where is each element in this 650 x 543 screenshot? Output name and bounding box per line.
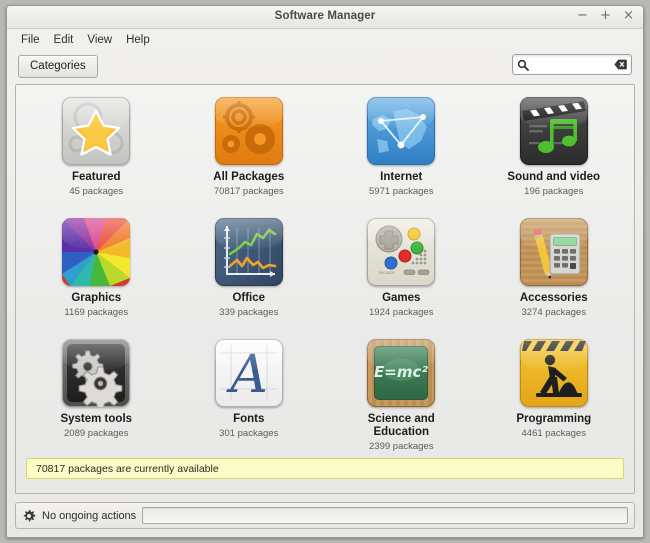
minimize-button[interactable]: − [576, 9, 589, 23]
category-count: 5971 packages [369, 186, 433, 197]
category-name: Internet [380, 171, 422, 184]
category-name: Programming [516, 413, 591, 426]
menu-help[interactable]: Help [120, 32, 156, 48]
category-name: All Packages [213, 171, 284, 184]
category-tile-graphics[interactable]: Graphics 1169 packages [36, 214, 156, 318]
svg-text:A: A [226, 345, 268, 405]
category-panel: Featured 45 packages [15, 84, 635, 494]
close-button[interactable]: × [622, 9, 635, 23]
menu-view[interactable]: View [81, 32, 118, 48]
gamepad-icon: PACKAGE [367, 218, 435, 286]
category-tile-science-and-education[interactable]: E=mc² Science and Education 2399 package… [341, 335, 461, 452]
menu-bar: File Edit View Help [7, 29, 643, 50]
letter-a-icon: A [215, 339, 283, 407]
category-count: 4461 packages [522, 428, 586, 439]
toolbar: Categories [7, 50, 643, 82]
category-tile-office[interactable]: Office 339 packages [189, 214, 309, 318]
window-title: Software Manager [7, 10, 643, 22]
category-name: Sound and video [507, 171, 600, 184]
window-controls: − + × [576, 9, 635, 23]
category-tile-system-tools[interactable]: System tools 2089 packages [36, 335, 156, 439]
search-box[interactable] [512, 54, 632, 75]
category-count: 339 packages [219, 307, 278, 318]
category-name: Games [382, 292, 420, 305]
category-count: 1169 packages [64, 307, 128, 318]
title-bar: Software Manager − + × [7, 6, 643, 29]
gear-icon [22, 509, 36, 523]
color-pinwheel-icon [62, 218, 130, 286]
clear-icon[interactable] [614, 59, 627, 70]
category-tile-internet[interactable]: Internet 5971 packages [341, 93, 461, 197]
svg-text:E=mc²: E=mc² [374, 363, 428, 381]
search-icon [517, 59, 529, 71]
menu-edit[interactable]: Edit [48, 32, 80, 48]
category-count: 70817 packages [214, 186, 284, 197]
category-name: System tools [60, 413, 132, 426]
star-icon [62, 97, 130, 165]
category-name: Science and Education [346, 413, 456, 439]
status-bar: No ongoing actions [15, 502, 635, 529]
search-input[interactable] [529, 59, 614, 71]
category-count: 301 packages [219, 428, 278, 439]
category-name: Fonts [233, 413, 264, 426]
category-tile-fonts[interactable]: A Fonts 301 packages [189, 335, 309, 439]
categories-button[interactable]: Categories [18, 55, 98, 78]
progress-bar [142, 507, 628, 524]
calculator-pencil-icon [520, 218, 588, 286]
notice-bar: 70817 packages are currently available [26, 458, 624, 479]
software-manager-window: Software Manager − + × File Edit View He… [6, 5, 644, 538]
category-count: 2399 packages [369, 441, 433, 452]
svg-text:PACKAGE: PACKAGE [379, 271, 395, 275]
category-name: Graphics [71, 292, 121, 305]
line-chart-icon [215, 218, 283, 286]
notice-text: 70817 packages are currently available [36, 463, 219, 475]
category-count: 1924 packages [369, 307, 433, 318]
category-count: 2089 packages [64, 428, 128, 439]
category-count: 45 packages [69, 186, 123, 197]
category-count: 196 packages [524, 186, 583, 197]
category-name: Featured [72, 171, 121, 184]
category-tile-games[interactable]: PACKAGE Games 1924 packages [341, 214, 461, 318]
category-tile-featured[interactable]: Featured 45 packages [36, 93, 156, 197]
category-tile-accessories[interactable]: Accessories 3274 packages [494, 214, 614, 318]
globe-network-icon [367, 97, 435, 165]
category-grid: Featured 45 packages [16, 85, 634, 458]
menu-file[interactable]: File [15, 32, 46, 48]
category-name: Office [232, 292, 265, 305]
gears-dark-icon [62, 339, 130, 407]
construction-icon [520, 339, 588, 407]
chalkboard-icon: E=mc² [367, 339, 435, 407]
category-tile-sound-and-video[interactable]: Sound and video 196 packages [494, 93, 614, 197]
gears-orange-icon [215, 97, 283, 165]
category-name: Accessories [520, 292, 588, 305]
category-tile-all-packages[interactable]: All Packages 70817 packages [189, 93, 309, 197]
category-tile-programming[interactable]: Programming 4461 packages [494, 335, 614, 439]
clapperboard-music-icon [520, 97, 588, 165]
maximize-button[interactable]: + [599, 9, 612, 23]
status-text: No ongoing actions [42, 510, 136, 522]
category-count: 3274 packages [522, 307, 586, 318]
